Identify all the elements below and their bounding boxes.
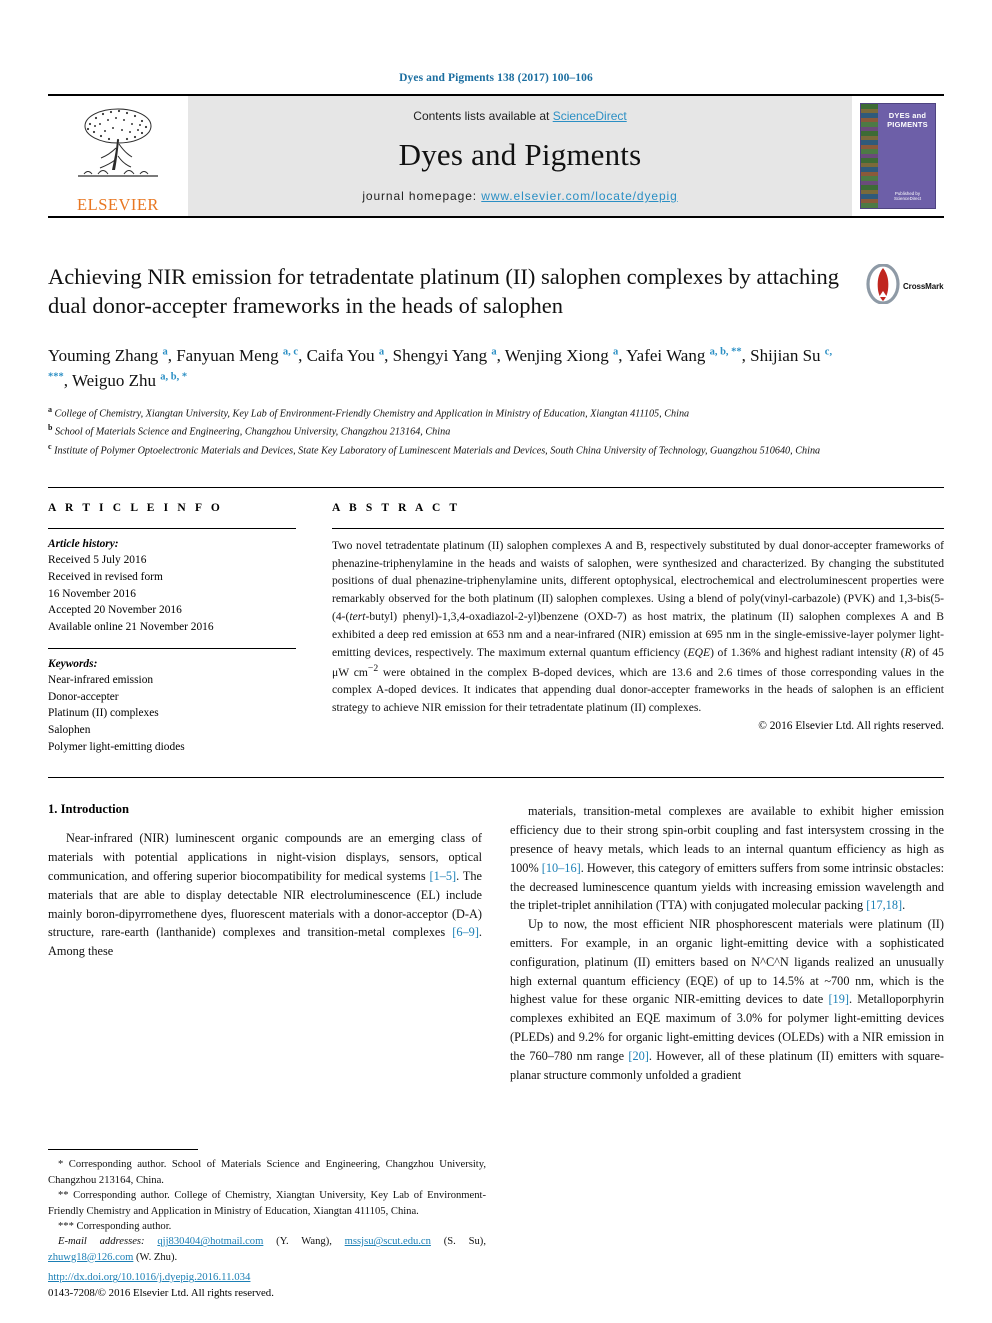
email-addresses-label: E-mail addresses: xyxy=(58,1236,158,1248)
keyword-item: Platinum (II) complexes xyxy=(48,707,159,720)
article-history: Article history: Received 5 July 2016 Rec… xyxy=(48,529,296,636)
author-affiliation-marker: a, c xyxy=(282,345,299,357)
contents-available-line: Contents lists available at ScienceDirec… xyxy=(413,109,626,123)
citation-reference[interactable]: [1–5] xyxy=(430,869,457,883)
affiliation-item: c Institute of Polymer Optoelectronic Ma… xyxy=(48,441,821,456)
keywords-lines: Near-infrared emission Donor-accepter Plat… xyxy=(48,672,296,755)
journal-homepage-link[interactable]: www.elsevier.com/locate/dyepig xyxy=(481,189,677,203)
intro-paragraph-right-2: Up to now, the most efficient NIR phosph… xyxy=(510,917,944,1082)
author-name: Yafei Wang xyxy=(626,345,710,365)
masthead-center: Contents lists available at ScienceDirec… xyxy=(188,96,852,216)
cover-footer-text: Published by ScienceDirect xyxy=(893,190,922,202)
elsevier-logo: ELSEVIER xyxy=(48,96,188,216)
footnote-corresponding-2: ** Corresponding author. College of Chem… xyxy=(48,1190,486,1217)
homepage-prefix: journal homepage: xyxy=(362,189,482,203)
footnote-rule xyxy=(48,1149,198,1151)
author-name: Fanyuan Meng xyxy=(176,345,283,365)
body-column-right: materials, transition-metal complexes ar… xyxy=(510,802,944,1084)
abstract-copyright: © 2016 Elsevier Ltd. All rights reserved… xyxy=(758,719,944,732)
footnote-corresponding-3: *** Corresponding author. xyxy=(58,1220,172,1232)
journal-cover-thumbnail: DYES and PIGMENTS Published by ScienceDi… xyxy=(852,96,944,216)
body-separator-rule xyxy=(48,777,944,779)
author-affiliation-marker: a xyxy=(378,345,385,357)
article-info-column: A R T I C L E I N F O Article history: R… xyxy=(48,502,296,756)
info-abstract-block: A R T I C L E I N F O Article history: R… xyxy=(48,486,944,756)
intro-paragraph-right-1: materials, transition-metal complexes ar… xyxy=(510,804,945,913)
article-history-lines: Received 5 July 2016 Received in revised … xyxy=(48,552,296,635)
footnote-emails: E-mail addresses: qjj830404@hotmail.com … xyxy=(48,1236,486,1263)
journal-homepage-line: journal homepage: www.elsevier.com/locat… xyxy=(362,189,677,203)
author-name: Youming Zhang xyxy=(48,345,163,365)
article-info-heading: A R T I C L E I N F O xyxy=(48,501,223,514)
journal-masthead: ELSEVIER Contents lists available at Sci… xyxy=(48,94,944,218)
article-history-item: Received in revised form xyxy=(48,570,163,583)
affiliation-item: a College of Chemistry, Xiangtan Univers… xyxy=(48,405,690,420)
keyword-item: Donor-accepter xyxy=(48,690,119,703)
affiliation-list: a College of Chemistry, Xiangtan Univers… xyxy=(48,404,838,459)
abstract-column: A B S T R A C T Two novel tetradentate p… xyxy=(332,502,944,756)
affiliation-marker: b xyxy=(48,423,53,433)
page-title: Achieving NIR emission for tetradentate … xyxy=(48,264,840,319)
email-link[interactable]: zhuwg18@126.com xyxy=(48,1252,133,1263)
title-area: Achieving NIR emission for tetradentate … xyxy=(48,262,944,459)
keywords-block: Keywords: Near-infrared emission Donor-ac… xyxy=(48,649,296,756)
footnote-block: * Corresponding author. School of Materi… xyxy=(48,1149,486,1265)
sciencedirect-link[interactable]: ScienceDirect xyxy=(553,109,627,123)
citation-reference[interactable]: [10–16] xyxy=(542,861,581,875)
introduction-heading: 1. Introduction xyxy=(48,802,129,817)
crossmark-label: CrossMark xyxy=(903,281,944,291)
running-head: Dyes and Pigments 138 (2017) 100–106 xyxy=(399,72,593,84)
contents-prefix: Contents lists available at xyxy=(413,109,553,123)
author-affiliation-marker: a, b, * xyxy=(160,371,188,383)
elsevier-wordmark: ELSEVIER xyxy=(77,194,159,214)
doi-link[interactable]: http://dx.doi.org/10.1016/j.dyepig.2016.… xyxy=(48,1271,250,1283)
body-columns: 1. Introduction Near-infrared (NIR) lumi… xyxy=(48,802,944,1084)
article-history-item: 16 November 2016 xyxy=(48,587,136,600)
keyword-item: Near-infrared emission xyxy=(48,674,154,687)
body-column-left: 1. Introduction Near-infrared (NIR) lumi… xyxy=(48,802,482,1084)
abstract-heading: A B S T R A C T xyxy=(332,501,461,514)
author-affiliation-marker: a xyxy=(491,345,497,357)
footnote-corresponding-1: * Corresponding author. School of Materi… xyxy=(48,1159,486,1186)
article-history-label: Article history: xyxy=(48,537,119,550)
affiliation-item: b School of Materials Science and Engine… xyxy=(48,423,451,438)
author-list: Youming Zhang a, Fanyuan Meng a, c, Caif… xyxy=(48,345,833,391)
abstract-body: Two novel tetradentate platinum (II) sal… xyxy=(332,529,944,717)
author-name: Caifa You xyxy=(306,345,379,365)
author-name: Wenjing Xiong xyxy=(504,345,613,365)
author-affiliation-marker: a xyxy=(162,345,168,357)
doi-block: http://dx.doi.org/10.1016/j.dyepig.2016.… xyxy=(48,1270,486,1301)
affiliation-marker: c xyxy=(48,441,52,451)
keywords-label: Keywords: xyxy=(48,657,98,670)
email-link[interactable]: qjj830404@hotmail.com xyxy=(157,1236,263,1247)
keyword-item: Salophen xyxy=(48,724,91,737)
author-affiliation-marker: a, b, ** xyxy=(709,345,742,357)
citation-reference[interactable]: [20] xyxy=(628,1049,649,1063)
author-affiliation-marker: a xyxy=(612,345,619,357)
email-link[interactable]: mssjsu@scut.edu.cn xyxy=(345,1236,431,1247)
citation-reference[interactable]: [17,18] xyxy=(866,898,902,912)
article-history-item: Accepted 20 November 2016 xyxy=(48,604,182,617)
author-name: Weiguo Zhu xyxy=(71,371,161,391)
article-page: Dyes and Pigments 138 (2017) 100–106 ELS… xyxy=(0,0,992,1323)
citation-reference[interactable]: [19] xyxy=(828,992,849,1006)
crossmark-badge[interactable]: CrossMark xyxy=(866,262,944,309)
issn-copyright-line: 0143-7208/© 2016 Elsevier Ltd. All right… xyxy=(48,1286,274,1299)
keyword-item: Polymer light-emitting diodes xyxy=(48,740,185,753)
journal-title: Dyes and Pigments xyxy=(398,137,642,172)
article-history-item: Available online 21 November 2016 xyxy=(48,620,214,633)
elsevier-tree-icon xyxy=(70,104,166,196)
author-name: Shengyi Yang xyxy=(392,345,492,365)
intro-paragraph-left: Near-infrared (NIR) luminescent organic … xyxy=(48,831,483,959)
author-name: Shijian Su xyxy=(750,345,825,365)
cover-title-text: DYES and PIGMENTS xyxy=(887,111,928,129)
article-history-item: Received 5 July 2016 xyxy=(48,554,147,567)
cover-art-strip xyxy=(861,104,878,208)
crossmark-icon xyxy=(866,262,900,309)
affiliation-marker: a xyxy=(48,405,52,415)
abstract-text: Two novel tetradentate platinum (II) sal… xyxy=(332,538,944,715)
citation-reference[interactable]: [6–9] xyxy=(452,925,479,939)
